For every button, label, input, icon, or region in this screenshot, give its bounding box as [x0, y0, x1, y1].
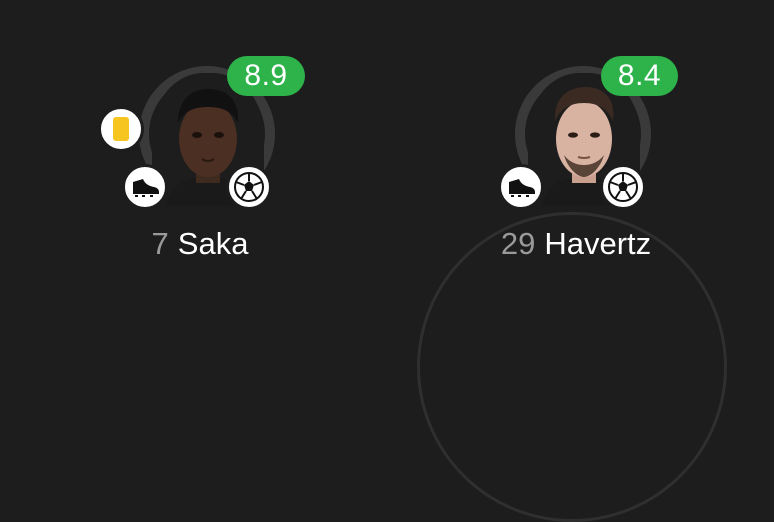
- player-rating-badge: 8.9: [227, 56, 305, 96]
- player-label: 29 Havertz: [476, 226, 676, 262]
- football-boot-icon: [122, 164, 168, 210]
- football-boot-icon: [498, 164, 544, 210]
- player-card-havertz[interactable]: 8.4 29 Havertz: [476, 40, 678, 300]
- player-card-saka[interactable]: 8.9 7 Saka: [98, 40, 305, 300]
- football-icon: [226, 164, 272, 210]
- player-label: 7 Saka: [100, 226, 300, 262]
- player-name: Saka: [177, 226, 249, 261]
- player-rating-badge: 8.4: [601, 56, 678, 96]
- football-icon: [600, 164, 646, 210]
- shirt-number: 29: [500, 226, 536, 261]
- player-name: Havertz: [544, 226, 652, 261]
- shirt-number: 7: [151, 226, 169, 261]
- yellow-card-icon: [98, 106, 144, 152]
